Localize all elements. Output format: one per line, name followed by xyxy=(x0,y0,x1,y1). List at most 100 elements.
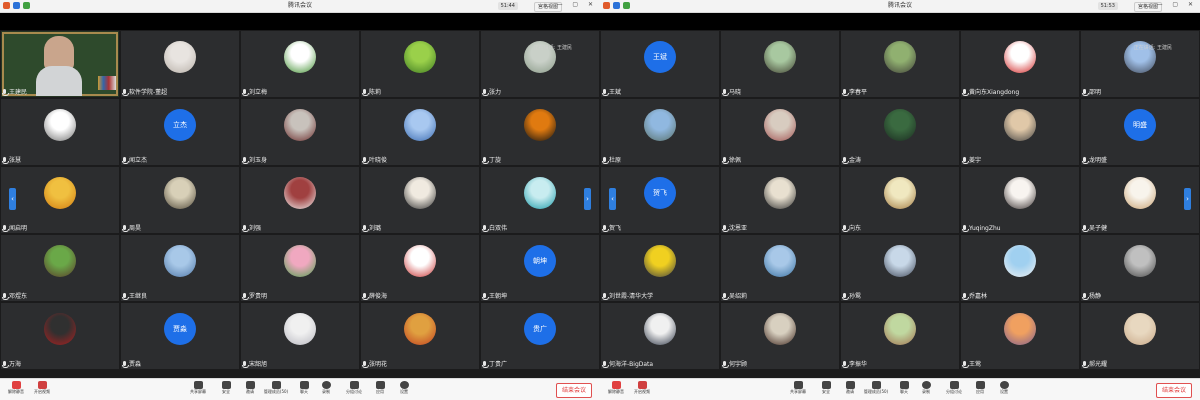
participant-tile[interactable]: 张力 xyxy=(480,30,600,98)
participant-name: 宋韶旭 xyxy=(249,361,268,368)
participant-tile[interactable]: 邵明 xyxy=(1080,30,1200,98)
participant-tile[interactable]: 万海 xyxy=(0,302,120,370)
avatar xyxy=(764,41,796,73)
participant-tile[interactable]: 张明花 xyxy=(360,302,480,370)
participant-tile[interactable]: 明盛 龙明盛 xyxy=(1080,98,1200,166)
apps-button[interactable]: 应用 xyxy=(367,381,393,399)
participant-tile[interactable]: 丁旋 xyxy=(480,98,600,166)
participant-tile[interactable]: 姜宇 xyxy=(960,98,1080,166)
participant-tile[interactable]: 薛俊海 xyxy=(360,234,480,302)
participant-tile[interactable]: YuqingZhu xyxy=(960,166,1080,234)
participant-tile[interactable]: 刘强 xyxy=(240,166,360,234)
participant-tile[interactable]: 宋韶旭 xyxy=(240,302,360,370)
participant-tile[interactable]: 李春平 xyxy=(840,30,960,98)
participant-tile[interactable]: 贵广 丁贵广 xyxy=(480,302,600,370)
participant-tile[interactable]: 杜原 xyxy=(600,98,720,166)
apps-icon xyxy=(975,381,985,389)
participant-tile[interactable]: 白双伟 xyxy=(480,166,600,234)
security-button[interactable]: 安全 xyxy=(813,381,839,399)
participant-name-bar: 李振华 xyxy=(841,360,867,369)
participant-tile[interactable]: 吴绍莉 xyxy=(720,234,840,302)
breakout-button[interactable]: 分组讨论 xyxy=(341,381,367,399)
participant-name-bar: 孙鸳 xyxy=(841,292,861,301)
breakout-button[interactable]: 分组讨论 xyxy=(941,381,967,399)
manage-members-button[interactable]: 管理成员(50) xyxy=(263,381,289,399)
mic-muted-icon xyxy=(11,381,21,389)
window-controls[interactable]: — ▢ ✕ xyxy=(1156,1,1197,8)
mic-icon xyxy=(601,225,609,232)
mic-icon xyxy=(961,225,969,232)
participant-tile[interactable]: 乔嘉林 xyxy=(960,234,1080,302)
participant-name-bar: 王建民 xyxy=(1,88,27,97)
avatar xyxy=(884,41,916,73)
prev-page-arrow-icon[interactable]: ‹ xyxy=(9,188,16,210)
participant-tile[interactable]: 刘玉身 xyxy=(240,98,360,166)
participant-tile[interactable]: 贾淼 贾淼 xyxy=(120,302,240,370)
camera-button[interactable]: 开启视频 xyxy=(29,381,55,399)
participant-tile[interactable]: 罗贵明 xyxy=(240,234,360,302)
participant-tile[interactable]: 刘璐 xyxy=(360,166,480,234)
participant-tile[interactable]: 何海洋-BigData xyxy=(600,302,720,370)
end-meeting-button[interactable]: 结束会议 xyxy=(555,383,592,398)
mic-icon xyxy=(481,225,489,232)
window-controls[interactable]: — ▢ ✕ xyxy=(556,1,597,8)
participant-tile[interactable]: 何宇顾 xyxy=(720,302,840,370)
participant-tile[interactable]: 徐佩 xyxy=(720,98,840,166)
next-page-arrow-icon[interactable]: › xyxy=(584,188,591,210)
unmute-button[interactable]: 解除静音 xyxy=(603,381,629,399)
invite-button[interactable]: 邀请 xyxy=(237,381,263,399)
participant-tile[interactable]: 王继良 xyxy=(120,234,240,302)
participant-name: 贺飞 xyxy=(609,225,622,232)
mic-icon xyxy=(841,293,849,300)
participant-tile[interactable]: 金涛 xyxy=(840,98,960,166)
participant-name-bar: 乔嘉林 xyxy=(961,292,987,301)
unmute-button[interactable]: 解除静音 xyxy=(3,381,29,399)
mic-icon xyxy=(721,293,729,300)
settings-button[interactable]: 设置 xyxy=(991,381,1017,399)
participant-tile[interactable]: 郝光耀 xyxy=(1080,302,1200,370)
participant-tile[interactable]: 贺飞 贺飞 xyxy=(600,166,720,234)
participant-tile[interactable]: 周昊 xyxy=(120,166,240,234)
participant-name-bar: 吴绍莉 xyxy=(721,292,747,301)
participant-tile[interactable]: 立杰 闻立杰 xyxy=(120,98,240,166)
participant-tile[interactable]: 邓煜东 xyxy=(0,234,120,302)
participant-name-bar: 张力 xyxy=(481,88,501,97)
participant-tile[interactable]: 刘世霞-清华大学 xyxy=(600,234,720,302)
share-screen-button[interactable]: 共享屏幕 xyxy=(785,381,811,399)
end-meeting-button[interactable]: 结束会议 xyxy=(1155,383,1192,398)
participant-tile[interactable]: 李振华 xyxy=(840,302,960,370)
participant-tile[interactable]: 朝坤 王朝坤 xyxy=(480,234,600,302)
camera-button[interactable]: 开启视频 xyxy=(629,381,655,399)
participant-tile[interactable]: 张慧 xyxy=(0,98,120,166)
participant-tile[interactable]: 王莺 xyxy=(960,302,1080,370)
record-button[interactable]: 录制 xyxy=(313,381,339,399)
participant-tile[interactable]: 黄向东Xiangdong xyxy=(960,30,1080,98)
participant-tile[interactable]: 软件学院-董超 xyxy=(120,30,240,98)
share-screen-button[interactable]: 共享屏幕 xyxy=(185,381,211,399)
participant-tile[interactable]: 马晓 xyxy=(720,30,840,98)
participant-tile[interactable]: 王斌 王斌 xyxy=(600,30,720,98)
participant-tile[interactable]: 闻启明 xyxy=(0,166,120,234)
mic-icon xyxy=(241,157,249,164)
participant-name-bar: 何海洋-BigData xyxy=(601,360,653,369)
participant-tile[interactable]: 叶晓俊 xyxy=(360,98,480,166)
manage-members-button[interactable]: 管理成员(50) xyxy=(863,381,889,399)
participant-tile[interactable]: 孙鸳 xyxy=(840,234,960,302)
record-button[interactable]: 录制 xyxy=(913,381,939,399)
invite-button[interactable]: 邀请 xyxy=(837,381,863,399)
participant-name: 何宇顾 xyxy=(729,361,748,368)
top-strip xyxy=(600,13,1200,30)
participant-tile[interactable]: 吴子健 xyxy=(1080,166,1200,234)
participant-tile[interactable]: 王建民 xyxy=(0,30,120,98)
participant-tile[interactable]: 沈恩亚 xyxy=(720,166,840,234)
next-page-arrow-icon[interactable]: › xyxy=(1184,188,1191,210)
settings-button[interactable]: 设置 xyxy=(391,381,417,399)
apps-button[interactable]: 应用 xyxy=(967,381,993,399)
prev-page-arrow-icon[interactable]: ‹ xyxy=(609,188,616,210)
participant-name-bar: 宋韶旭 xyxy=(241,360,267,369)
participant-tile[interactable]: 陈莉 xyxy=(360,30,480,98)
participant-tile[interactable]: 刘立梅 xyxy=(240,30,360,98)
security-button[interactable]: 安全 xyxy=(213,381,239,399)
participant-tile[interactable]: 杨静 xyxy=(1080,234,1200,302)
participant-tile[interactable]: 向东 xyxy=(840,166,960,234)
